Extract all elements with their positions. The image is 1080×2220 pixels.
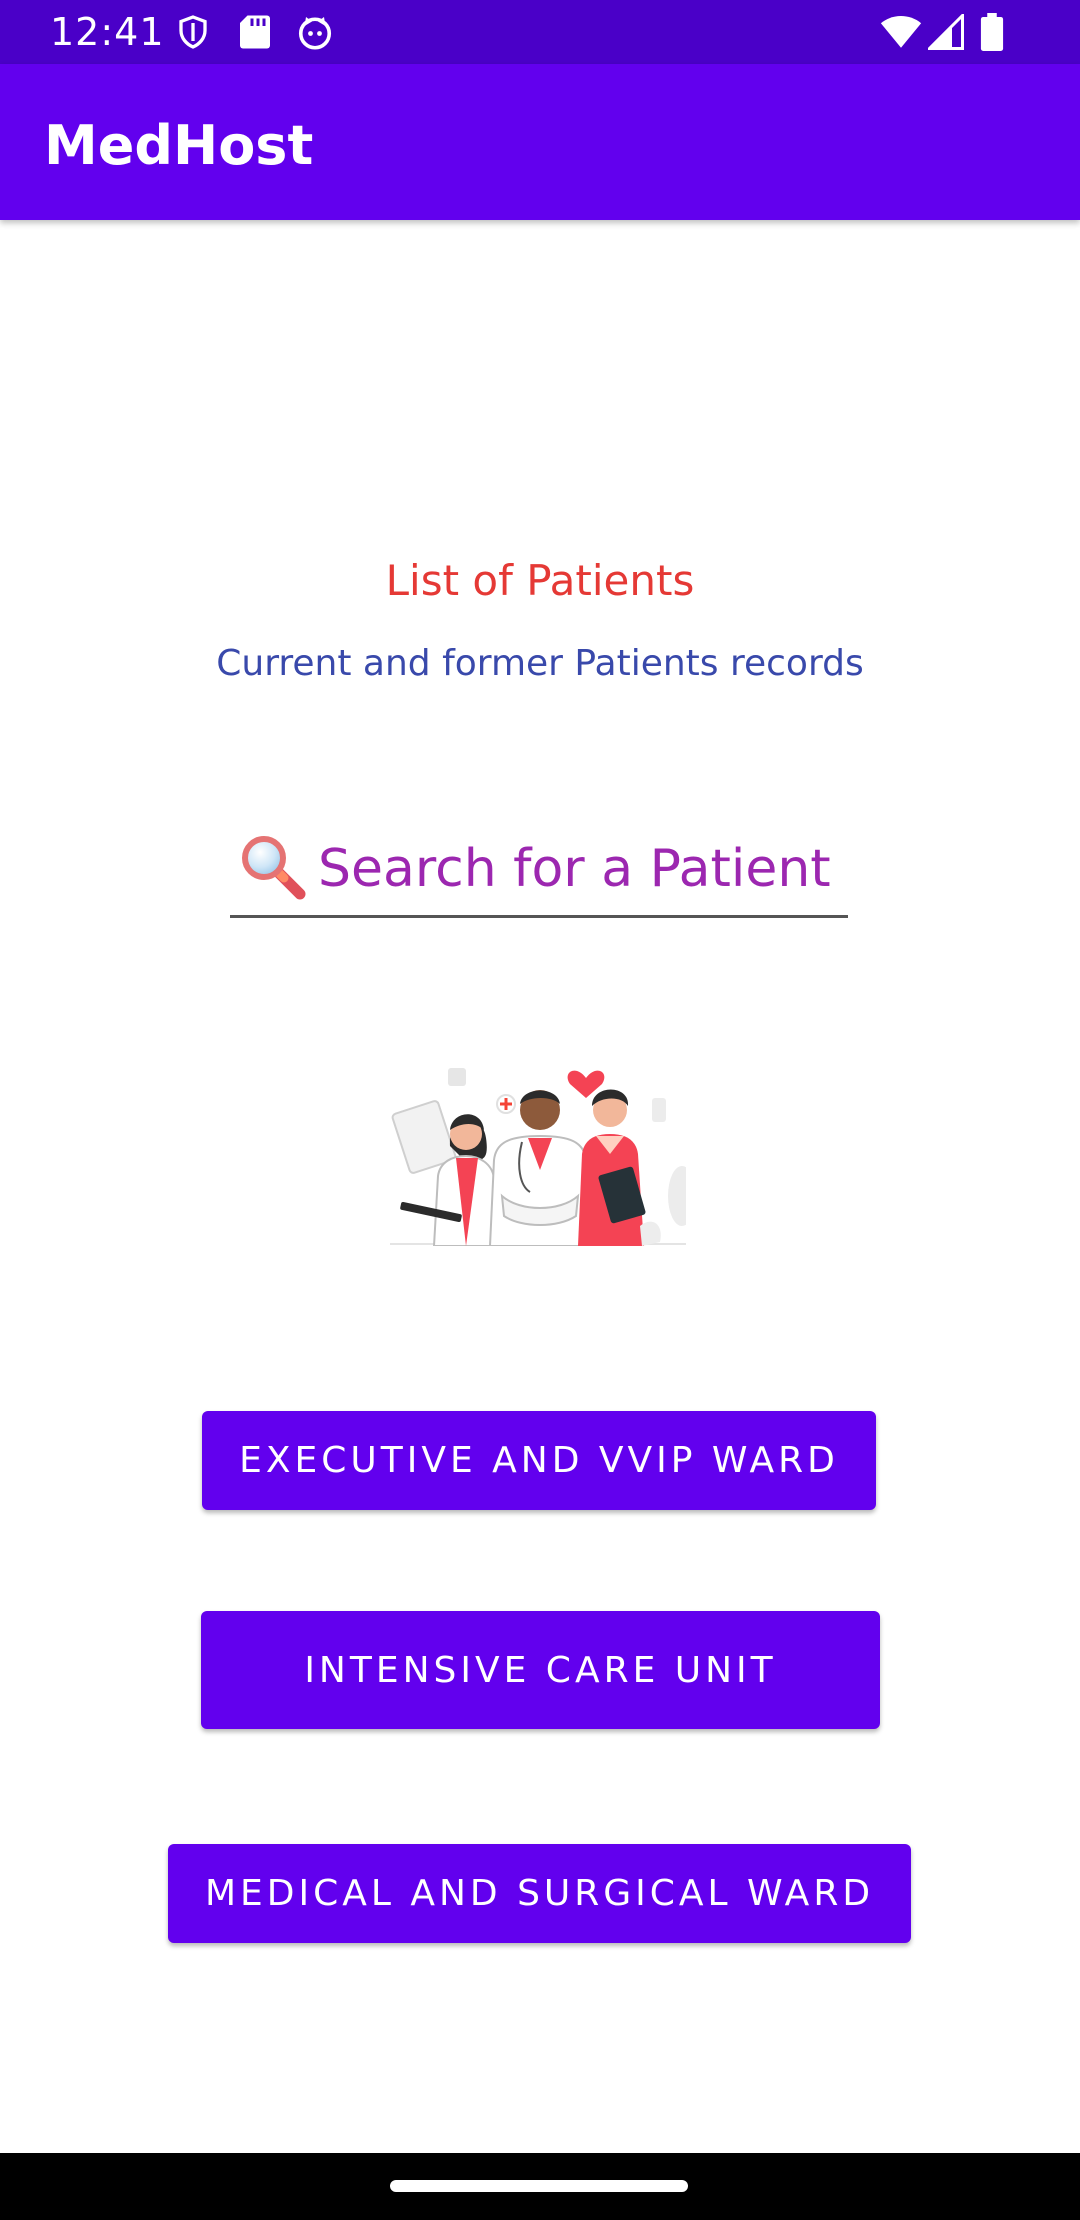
medical-staff-illustration xyxy=(390,1046,696,1247)
wifi-icon xyxy=(880,14,922,55)
home-gesture-handle[interactable] xyxy=(390,2180,688,2192)
page-title: List of Patients xyxy=(385,556,695,605)
cellular-signal-icon xyxy=(925,11,964,55)
status-bar: 12:41 xyxy=(0,0,1080,64)
status-time: 12:41 xyxy=(50,10,165,54)
screen: 12:41 MedHost List of Patients Current a… xyxy=(0,0,1080,2220)
sd-card-icon xyxy=(238,14,272,55)
executive-vvip-ward-button[interactable]: EXECUTIVE AND VVIP WARD xyxy=(202,1411,876,1510)
intensive-care-unit-button[interactable]: INTENSIVE CARE UNIT xyxy=(201,1611,880,1729)
search-field[interactable] xyxy=(230,826,848,918)
medical-surgical-ward-button[interactable]: MEDICAL AND SURGICAL WARD xyxy=(168,1844,911,1943)
magnifier-icon xyxy=(238,832,308,902)
search-input[interactable] xyxy=(318,826,838,912)
shield-icon xyxy=(175,14,211,55)
app-bar: MedHost xyxy=(0,64,1080,220)
page-subtitle: Current and former Patients records xyxy=(216,643,864,684)
app-title: MedHost xyxy=(44,114,314,177)
cat-face-icon xyxy=(296,14,334,55)
battery-icon xyxy=(980,13,1004,56)
